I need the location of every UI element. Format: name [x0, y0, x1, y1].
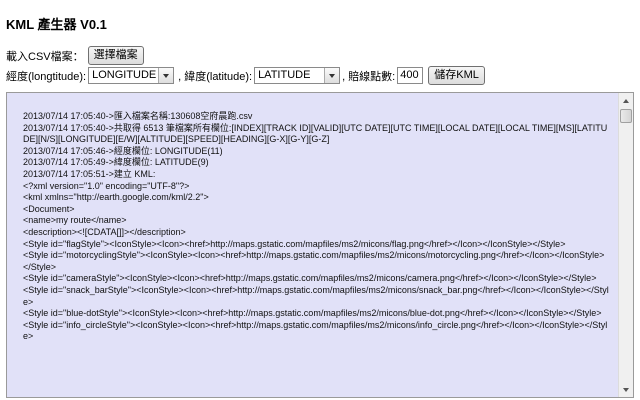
latitude-label: , 緯度(latitude): [178, 70, 253, 83]
points-label: , 賠線點數: [342, 70, 396, 83]
log-text: 2013/07/14 17:05:40->匯入檔案名稱:130608空府晨跑.c… [23, 111, 609, 343]
chevron-down-icon[interactable] [158, 68, 174, 83]
log-line: <Style id="motorcyclingStyle"><IconStyle… [23, 250, 605, 272]
scroll-up-icon[interactable] [619, 93, 633, 108]
latitude-select[interactable]: LATITUDE [254, 67, 341, 84]
points-input[interactable]: 400 [397, 67, 424, 84]
upload-row: 載入CSV檔案： 選擇檔案 [6, 46, 144, 65]
log-output[interactable]: 2013/07/14 17:05:40->匯入檔案名稱:130608空府晨跑.c… [6, 92, 634, 398]
log-line: <Style id="snack_barStyle"><IconStyle><I… [23, 284, 609, 307]
save-kml-button[interactable]: 儲存KML [428, 66, 485, 85]
log-scrollbar[interactable] [618, 93, 633, 397]
log-line: <Style id="blue-dotStyle"><IconStyle><Ic… [23, 308, 602, 319]
upload-label: 載入CSV檔案： [6, 50, 84, 63]
log-line: <name>my route</name> [23, 215, 127, 226]
longitude-label: 經度(longtitude): [6, 70, 87, 83]
longitude-select-value: LONGITUDE [92, 69, 157, 81]
log-line: <Document> [23, 203, 75, 214]
scroll-down-icon[interactable] [619, 382, 633, 397]
latitude-select-value: LATITUDE [258, 69, 311, 81]
log-line: <?xml version="1.0" encoding="UTF-8"?> [23, 180, 190, 191]
log-line: 2013/07/14 17:05:40->共取得 6513 筆檔案所有欄位:[I… [23, 122, 608, 145]
choose-file-button[interactable]: 選擇檔案 [87, 46, 144, 65]
log-line: <description><![CDATA[]]></description> [23, 226, 186, 237]
field-row: 經度(longtitude): LONGITUDE , 緯度(latitude)… [6, 66, 485, 85]
scrollbar-thumb[interactable] [620, 109, 632, 123]
app-title: KML 產生器 V0.1 [6, 17, 107, 32]
log-line: 2013/07/14 17:05:51->建立 KML: [23, 168, 156, 179]
log-line: <Style id="info_circleStyle"><IconStyle>… [23, 319, 608, 342]
log-line: <Style id="cameraStyle"><IconStyle><Icon… [23, 273, 597, 284]
log-line: 2013/07/14 17:05:40->匯入檔案名稱:130608空府晨跑.c… [23, 111, 253, 121]
log-line: <Style id="flagStyle"><IconStyle><Icon><… [23, 238, 566, 249]
log-line: <kml xmlns="http://earth.google.com/kml/… [23, 192, 209, 203]
log-line: 2013/07/14 17:05:49->緯度欄位: LATITUDE(9) [23, 157, 209, 168]
longitude-select[interactable]: LONGITUDE [88, 67, 175, 84]
chevron-down-icon[interactable] [324, 68, 340, 83]
log-line: 2013/07/14 17:05:46->經度欄位: LONGITUDE(11) [23, 145, 223, 156]
